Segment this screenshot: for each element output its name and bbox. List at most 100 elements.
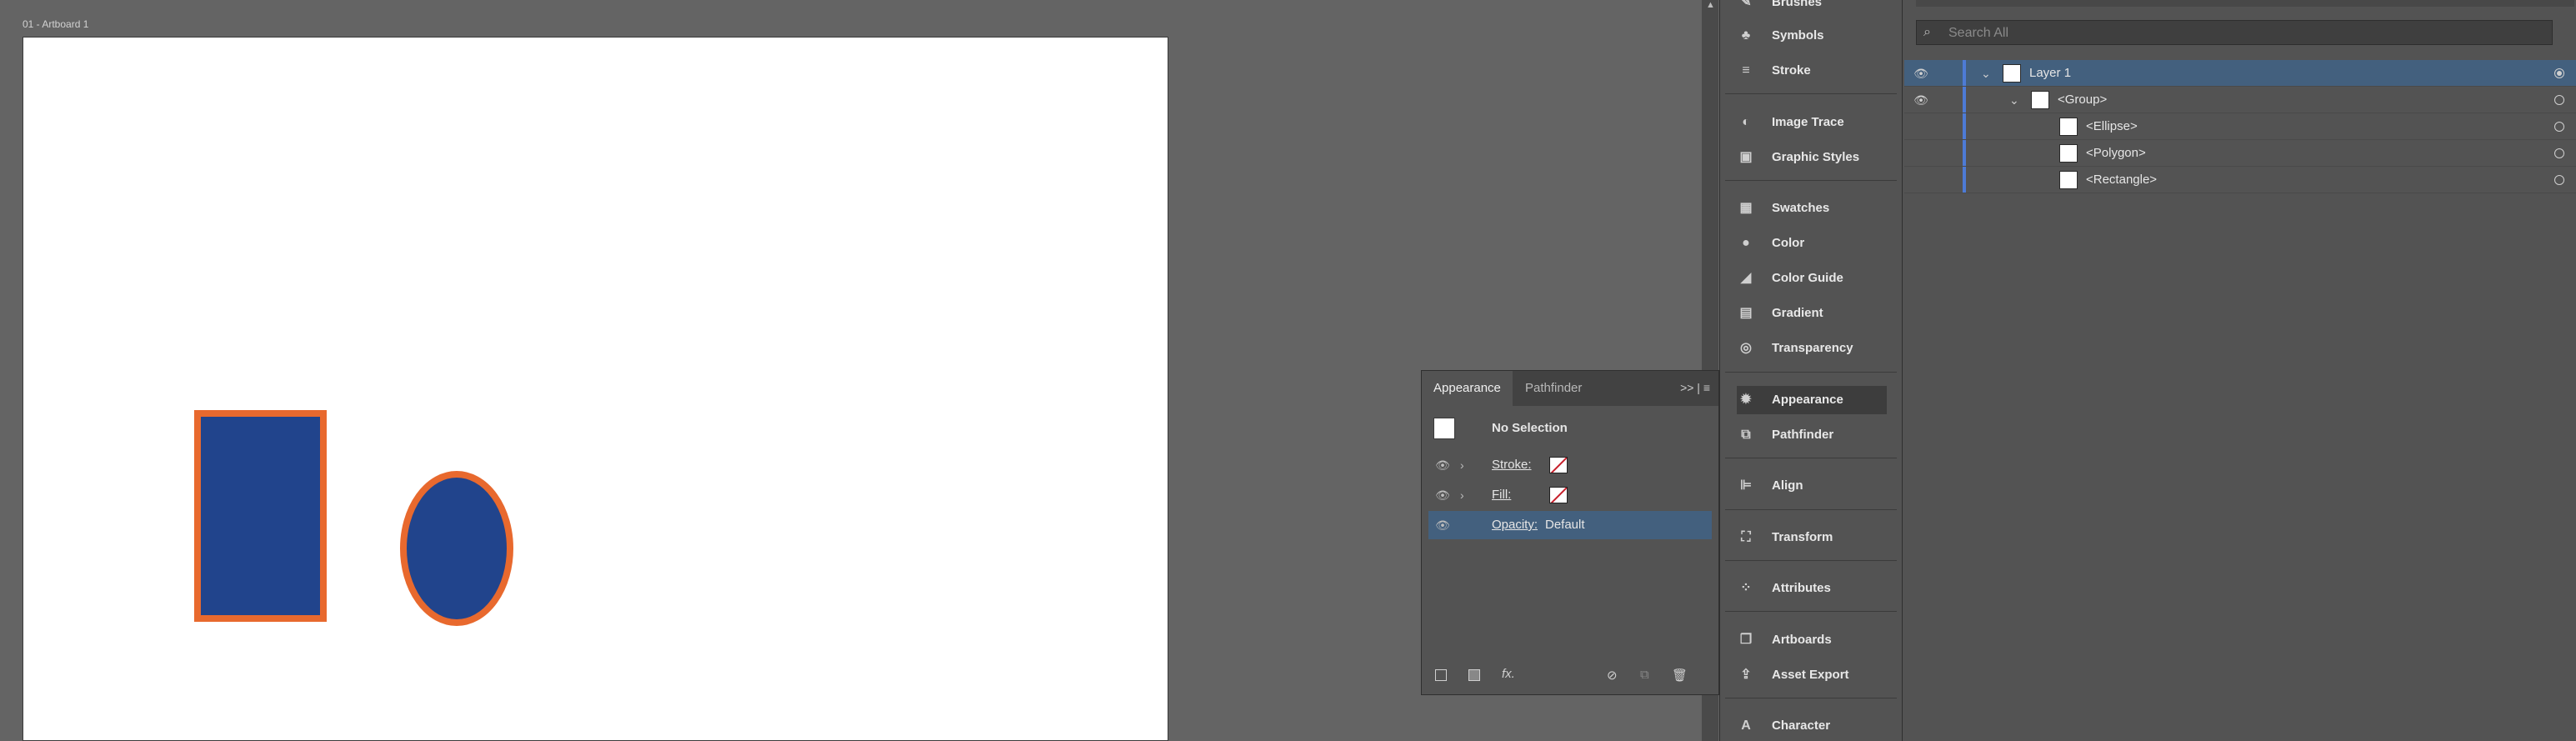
dock-label: Appearance — [1772, 393, 1843, 407]
appearance-footer: fx. ⊘ ⧉ 🗑 — [1422, 666, 1718, 688]
dock-appearance[interactable]: ✹ Appearance — [1737, 386, 1887, 414]
export-icon: ⇪ — [1740, 668, 1752, 682]
collapse-up-icon[interactable]: ▲ — [1706, 0, 1715, 10]
gradient-icon: ▤ — [1739, 306, 1753, 320]
dock-brushes[interactable]: ✎ Brushes — [1737, 0, 1887, 17]
search-icon: ⌕ — [1923, 25, 1931, 39]
squares-icon: ⧉ — [1741, 428, 1751, 442]
dock-label: Character — [1772, 718, 1831, 733]
layer-thumbnail — [2059, 144, 2078, 163]
dock-align[interactable]: ⊫ Align — [1737, 472, 1887, 500]
fill-swatch[interactable] — [1549, 487, 1568, 503]
tab-appearance[interactable]: Appearance — [1422, 371, 1513, 406]
graphic-styles-icon: ▣ — [1739, 150, 1753, 164]
target-icon[interactable] — [2554, 122, 2564, 132]
dock-symbols[interactable]: ♣ Symbols — [1737, 22, 1887, 50]
chevron-right-icon[interactable]: › — [1460, 481, 1464, 509]
eye-icon[interactable]: 👁 — [1433, 451, 1452, 479]
chevron-down-icon[interactable]: ⌄ — [2009, 87, 2019, 113]
ellipse-shape[interactable] — [400, 471, 513, 626]
eye-icon[interactable]: 👁 — [1913, 60, 1929, 87]
dots-icon: ⁘ — [1740, 581, 1752, 595]
dock-color[interactable]: ● Color — [1737, 229, 1887, 258]
opacity-row[interactable]: 👁 Opacity: Default — [1428, 511, 1712, 539]
layer-color-bar — [1963, 87, 1966, 113]
dock-label: Image Trace — [1772, 115, 1844, 129]
panel-header-strip — [1916, 0, 2574, 7]
layer-name[interactable]: <Polygon> — [2086, 140, 2146, 167]
dock-asset-export[interactable]: ⇪ Asset Export — [1737, 661, 1887, 689]
dock-divider — [1725, 180, 1897, 181]
clear-appearance-icon[interactable] — [1468, 669, 1480, 681]
layer-row[interactable]: 👁 ⌄ <Group> — [1904, 87, 2576, 113]
layer-name[interactable]: <Group> — [2058, 87, 2107, 113]
dock-artboards[interactable]: ❐ Artboards — [1737, 626, 1887, 654]
layer-row[interactable]: <Ellipse> — [1904, 113, 2576, 140]
dock-label: Brushes — [1772, 0, 1823, 9]
layers-panel: ⌕ 👁 ⌄ Layer 1 👁 ⌄ <Group> <Ellipse> <Pol… — [1903, 0, 2576, 741]
image-trace-icon: ◐ — [1742, 115, 1750, 129]
layer-color-bar — [1963, 60, 1966, 86]
target-icon[interactable] — [2554, 95, 2564, 105]
dock-label: Asset Export — [1772, 668, 1849, 682]
layer-color-bar — [1963, 167, 1966, 193]
layer-name[interactable]: <Ellipse> — [2086, 113, 2138, 140]
artboard-icon: ❐ — [1739, 633, 1753, 647]
dock-color-guide[interactable]: ◢ Color Guide — [1737, 264, 1887, 293]
chevron-right-icon[interactable]: › — [1460, 451, 1464, 479]
dock-transparency[interactable]: ◎ Transparency — [1737, 334, 1887, 363]
dock-character[interactable]: A Character — [1737, 712, 1887, 740]
target-icon[interactable] — [2554, 68, 2564, 78]
eye-icon[interactable]: 👁 — [1913, 87, 1929, 113]
stroke-row[interactable]: 👁 › Stroke: — [1428, 451, 1712, 479]
eye-icon[interactable]: 👁 — [1433, 481, 1452, 509]
layer-name[interactable]: Layer 1 — [2029, 60, 2071, 87]
dock-attributes[interactable]: ⁘ Attributes — [1737, 574, 1887, 603]
fill-label[interactable]: Fill: — [1492, 481, 1511, 509]
dock-divider — [1725, 611, 1897, 612]
stroke-label[interactable]: Stroke: — [1492, 451, 1532, 479]
dock-transform[interactable]: ⛶ Transform — [1737, 523, 1887, 552]
search-input[interactable] — [1947, 23, 2533, 44]
layer-name[interactable]: <Rectangle> — [2086, 167, 2157, 193]
dock-label: Color Guide — [1772, 271, 1843, 285]
no-selection-label: No Selection — [1492, 421, 1568, 435]
target-icon[interactable] — [2554, 148, 2564, 158]
stroke-swatch[interactable] — [1549, 457, 1568, 473]
layer-row[interactable]: <Polygon> — [1904, 140, 2576, 167]
dock-gradient[interactable]: ▤ Gradient — [1737, 299, 1887, 328]
dock-pathfinder[interactable]: ⧉ Pathfinder — [1737, 421, 1887, 449]
opacity-value: Default — [1545, 518, 1585, 532]
prohibited-icon[interactable]: ⊘ — [1607, 668, 1618, 683]
layer-thumbnail — [2059, 171, 2078, 189]
dock-image-trace[interactable]: ◐ Image Trace — [1737, 108, 1887, 137]
trash-icon[interactable]: 🗑 — [1672, 668, 1688, 683]
char-icon: A — [1741, 718, 1751, 733]
grid-icon: ▦ — [1739, 201, 1753, 215]
circles-icon: ◎ — [1740, 341, 1752, 355]
dock-label: Align — [1772, 478, 1803, 493]
dock-label: Transparency — [1772, 341, 1853, 355]
dock-label: Symbols — [1772, 28, 1824, 43]
dock-swatches[interactable]: ▦ Swatches — [1737, 194, 1887, 223]
layer-row[interactable]: 👁 ⌄ Layer 1 — [1904, 60, 2576, 87]
new-art-basic-appearance-icon[interactable] — [1435, 669, 1447, 681]
dock-label: Pathfinder — [1772, 428, 1834, 442]
panel-menu-icon[interactable]: >> | ≡ — [1680, 381, 1710, 394]
fill-row[interactable]: 👁 › Fill: — [1428, 481, 1712, 509]
artwork-layer — [194, 410, 513, 626]
tab-pathfinder[interactable]: Pathfinder — [1513, 371, 1593, 406]
fx-icon[interactable]: fx. — [1502, 667, 1515, 681]
search-box[interactable]: ⌕ — [1916, 20, 2553, 45]
target-icon[interactable] — [2554, 175, 2564, 185]
chevron-down-icon[interactable]: ⌄ — [1981, 60, 1991, 87]
opacity-label[interactable]: Opacity: — [1492, 511, 1538, 539]
duplicate-icon[interactable]: ⧉ — [1640, 668, 1649, 682]
layer-color-bar — [1963, 113, 1966, 139]
layer-row[interactable]: <Rectangle> — [1904, 167, 2576, 193]
eye-icon[interactable]: 👁 — [1433, 511, 1452, 539]
dock-divider — [1725, 509, 1897, 510]
dock-graphic-styles[interactable]: ▣ Graphic Styles — [1737, 143, 1887, 172]
rectangle-shape[interactable] — [194, 410, 327, 622]
dock-stroke[interactable]: ≡ Stroke — [1737, 57, 1887, 85]
